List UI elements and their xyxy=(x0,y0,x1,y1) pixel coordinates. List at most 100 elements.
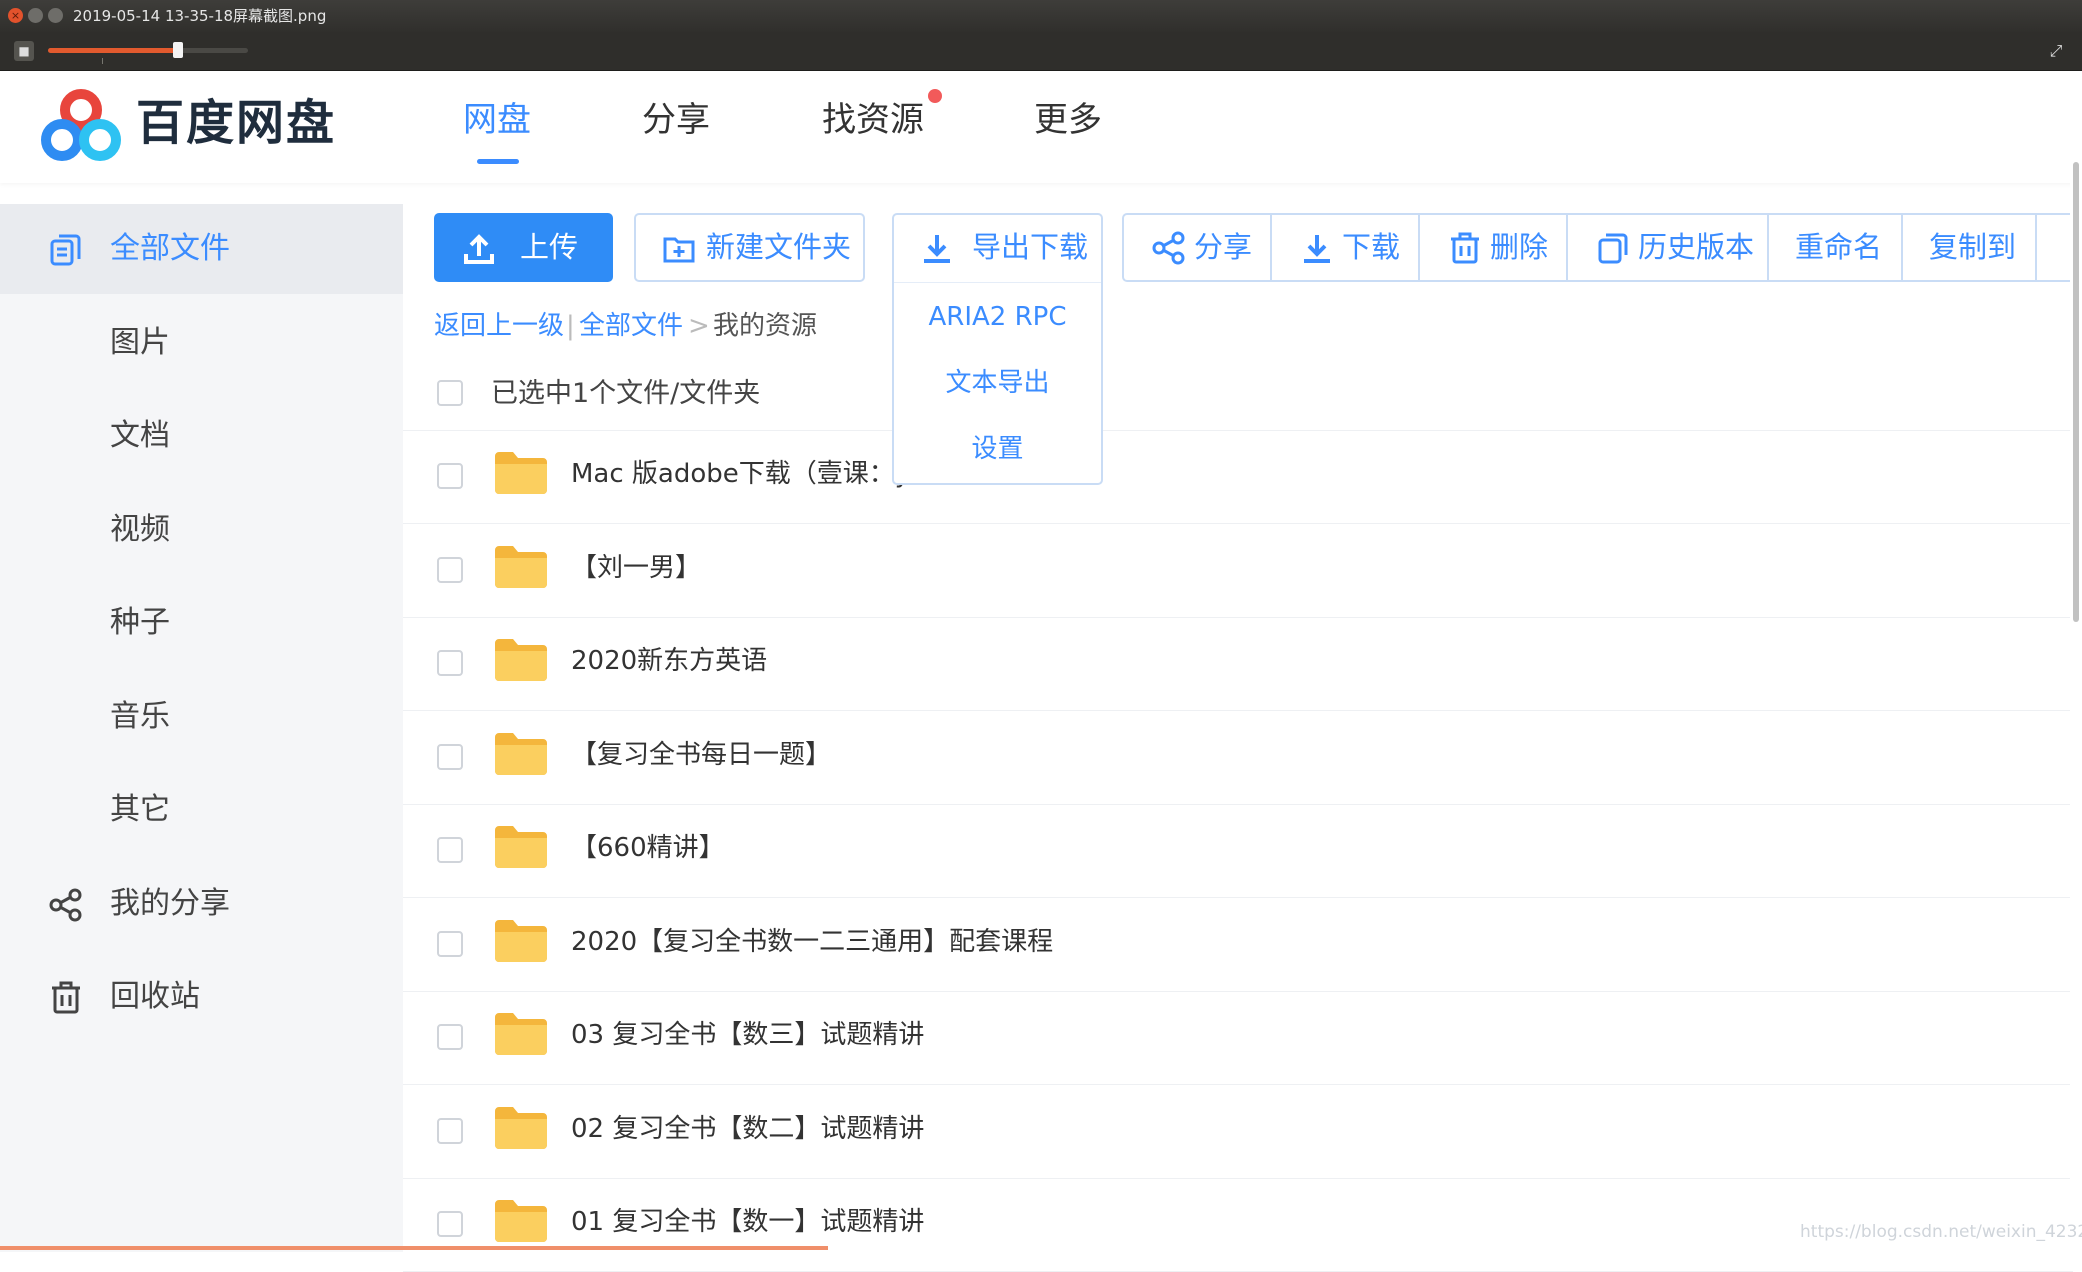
row-checkbox[interactable] xyxy=(437,837,463,863)
export-download-label: 导出下载 xyxy=(972,230,1089,264)
file-name[interactable]: 2020【复习全书数一二三通用】配套课程 xyxy=(571,920,1053,964)
file-name[interactable]: Mac 版adobe下载（壹课：yil xyxy=(571,452,925,496)
nav-tab-share[interactable]: 分享 xyxy=(642,93,710,147)
sidebar-item-recycle-bin[interactable]: 回收站 xyxy=(0,952,403,1042)
files-icon xyxy=(50,234,81,266)
fullscreen-icon[interactable]: ⤢ xyxy=(2044,39,2068,63)
sidebar-item-music[interactable]: 音乐 xyxy=(0,672,403,762)
table-row[interactable]: 【复习全书每日一题】 xyxy=(403,711,2073,805)
window-maximize-button[interactable] xyxy=(48,8,63,23)
upload-icon xyxy=(464,234,494,264)
new-folder-icon xyxy=(663,237,695,263)
share-button[interactable]: 分享 xyxy=(1124,215,1272,280)
window-minimize-button[interactable] xyxy=(28,8,43,23)
history-version-button[interactable]: 历史版本 xyxy=(1568,215,1769,280)
zoom-slider-handle[interactable] xyxy=(173,42,183,58)
zoom-slider[interactable] xyxy=(48,42,248,58)
select-all-checkbox[interactable] xyxy=(437,380,463,406)
sidebar-item-all-files[interactable]: 全部文件 xyxy=(0,204,403,294)
table-row[interactable]: 【660精讲】 xyxy=(403,804,2073,898)
file-name[interactable]: 【刘一男】 xyxy=(571,546,701,590)
table-row[interactable]: 2020【复习全书数一二三通用】配套课程 xyxy=(403,898,2073,992)
file-name[interactable]: 01 复习全书【数一】试题精讲 xyxy=(571,1200,924,1244)
sidebar-item-images[interactable]: 图片 xyxy=(0,298,403,388)
sidebar-item-label: 文档 xyxy=(110,418,170,453)
new-folder-button-label: 新建文件夹 xyxy=(706,230,852,264)
row-checkbox[interactable] xyxy=(437,1211,463,1237)
breadcrumb-all-files-link[interactable]: 全部文件 xyxy=(579,306,683,346)
file-name[interactable]: 02 复习全书【数二】试题精讲 xyxy=(571,1107,924,1151)
table-row[interactable]: 02 复习全书【数二】试题精讲 xyxy=(403,1085,2073,1179)
sidebar-item-others[interactable]: 其它 xyxy=(0,765,403,855)
sidebar-item-label: 回收站 xyxy=(110,979,200,1014)
window-titlebar: × 2019-05-14 13-35-18屏幕截图.png xyxy=(0,0,2082,32)
row-checkbox[interactable] xyxy=(437,650,463,676)
sidebar-item-label: 视频 xyxy=(110,512,170,547)
rename-button-label: 重命名 xyxy=(1795,230,1883,264)
row-checkbox[interactable] xyxy=(437,556,463,583)
row-checkbox[interactable] xyxy=(437,930,463,957)
file-name[interactable]: 03 复习全书【数三】试题精讲 xyxy=(571,1013,924,1057)
folder-icon xyxy=(495,1013,547,1055)
share-icon xyxy=(1152,231,1185,265)
trash-icon xyxy=(52,981,80,1014)
table-row[interactable]: 【刘一男】 xyxy=(403,524,2073,618)
table-row[interactable]: 03 复习全书【数三】试题精讲 xyxy=(403,991,2073,1085)
folder-icon xyxy=(495,1106,547,1149)
copy-to-button[interactable]: 复制到 xyxy=(1903,215,2037,280)
upload-button[interactable]: 上传 xyxy=(434,213,613,282)
menu-item-text-export[interactable]: 文本导出 xyxy=(894,363,1101,403)
folder-icon xyxy=(495,1200,547,1242)
selection-count-text: 已选中1个文件/文件夹 xyxy=(491,378,761,409)
nav-tab-more[interactable]: 更多 xyxy=(1034,93,1102,147)
row-checkbox[interactable] xyxy=(437,463,463,489)
menu-item-aria2-rpc[interactable]: ARIA2 RPC xyxy=(894,297,1101,337)
watermark: https://blog.csdn.net/weixin_42326239 xyxy=(1800,1222,2082,1242)
app-header: 百度网盘 网盘 分享 找资源 更多 xyxy=(0,71,2082,183)
history-icon xyxy=(1598,233,1628,264)
folder-icon xyxy=(495,826,547,868)
delete-button-label: 删除 xyxy=(1490,230,1549,264)
download-button[interactable]: 下载 xyxy=(1272,215,1420,280)
nav-tab-find-resources[interactable]: 找资源 xyxy=(822,93,924,147)
baidu-cloud-logo-icon xyxy=(41,89,121,161)
table-row[interactable]: Mac 版adobe下载（壹课：yil xyxy=(403,430,2073,524)
delete-button[interactable]: 删除 xyxy=(1420,215,1568,280)
breadcrumb-back-link[interactable]: 返回上一级 xyxy=(434,306,564,346)
folder-icon xyxy=(495,639,547,681)
download-icon xyxy=(924,235,950,263)
brand-name: 百度网盘 xyxy=(136,95,337,151)
row-checkbox[interactable] xyxy=(437,743,463,770)
sidebar-item-videos[interactable]: 视频 xyxy=(0,485,403,575)
new-folder-button[interactable]: 新建文件夹 xyxy=(634,213,865,282)
sidebar-item-label: 其它 xyxy=(110,792,170,827)
sidebar-item-torrents[interactable]: 种子 xyxy=(0,578,403,668)
upload-button-label: 上传 xyxy=(520,230,579,264)
menu-item-settings[interactable]: 设置 xyxy=(894,429,1101,469)
sidebar-item-label: 我的分享 xyxy=(110,886,230,921)
share-icon xyxy=(49,888,82,922)
file-actions-group: 分享 下载 删除 历史版本 重命名 复制到 xyxy=(1122,213,2082,282)
nav-active-underline xyxy=(477,159,519,164)
window-close-button[interactable]: × xyxy=(8,8,23,23)
download-button-label: 下载 xyxy=(1342,230,1401,264)
rename-button[interactable]: 重命名 xyxy=(1769,215,1903,280)
zoom-tick xyxy=(102,58,103,64)
row-checkbox[interactable] xyxy=(437,1024,463,1050)
file-name[interactable]: 【复习全书每日一题】 xyxy=(571,733,831,777)
row-checkbox[interactable] xyxy=(437,1117,463,1144)
file-name[interactable]: 2020新东方英语 xyxy=(571,639,767,683)
nav-tab-netdisk[interactable]: 网盘 xyxy=(463,93,531,147)
sidebar-item-label: 图片 xyxy=(110,325,170,360)
table-row[interactable]: 2020新东方英语 xyxy=(403,617,2073,711)
sidebar-toggle-button[interactable]: ■ xyxy=(14,41,34,61)
folder-icon xyxy=(495,919,547,962)
sidebar-item-documents[interactable]: 文档 xyxy=(0,391,403,481)
file-name[interactable]: 【660精讲】 xyxy=(571,826,725,870)
image-scroll-indicator xyxy=(0,1246,828,1250)
sidebar-item-my-shares[interactable]: 我的分享 xyxy=(0,859,403,949)
folder-icon xyxy=(495,545,547,588)
scrollbar-thumb[interactable] xyxy=(2073,162,2079,622)
copy-to-button-label: 复制到 xyxy=(1929,230,2017,264)
export-download-button[interactable]: 导出下载 xyxy=(894,215,1101,283)
